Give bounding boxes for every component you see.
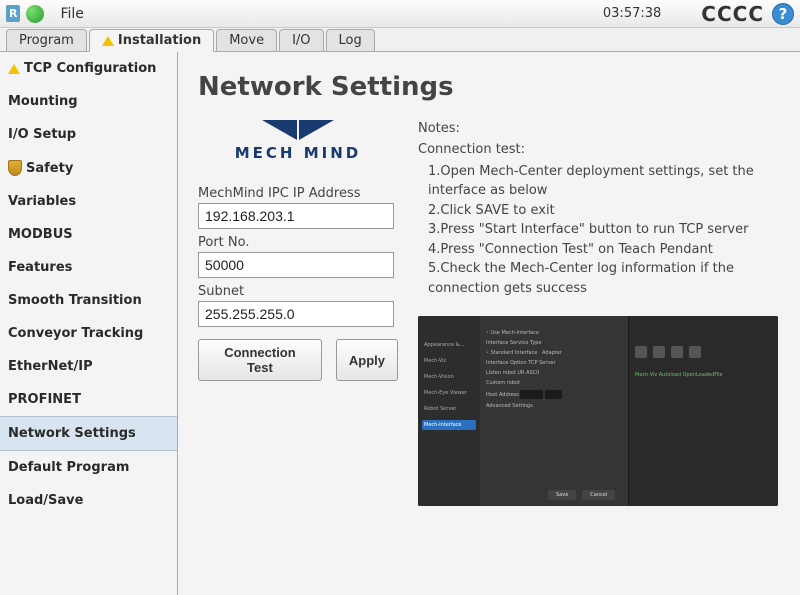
preview-text: Interface Service Type <box>486 340 622 346</box>
sidebar-item-io-setup[interactable]: I/O Setup <box>0 118 177 151</box>
status-badge: CCCC <box>701 2 764 26</box>
sidebar-item-label: PROFINET <box>8 392 81 407</box>
preview-cancel-button: Cancel <box>582 490 615 500</box>
note-step: 4.Press "Connection Test" on Teach Penda… <box>418 240 780 260</box>
preview-text: Use Mech-Interface <box>486 330 622 336</box>
subnet-label: Subnet <box>198 284 398 299</box>
sidebar-item-modbus[interactable]: MODBUS <box>0 218 177 251</box>
sidebar-item-features[interactable]: Features <box>0 251 177 284</box>
preview-text: Custom robot <box>486 380 622 386</box>
tab-io[interactable]: I/O <box>279 29 323 51</box>
preview-save-button: Save <box>548 490 576 500</box>
logo-shape-icon <box>262 120 297 140</box>
sidebar-item-label: I/O Setup <box>8 127 76 142</box>
tab-label: Installation <box>118 33 201 48</box>
tab-program[interactable]: Program <box>6 29 87 51</box>
preview-sb-item: Mech-Eye Viewer <box>422 388 476 398</box>
port-label: Port No. <box>198 235 398 250</box>
warning-icon <box>102 36 114 46</box>
sidebar-item-label: Default Program <box>8 460 129 475</box>
sidebar-item-label: Mounting <box>8 94 78 109</box>
shield-icon <box>8 160 22 176</box>
sidebar-item-default-program[interactable]: Default Program <box>0 451 177 484</box>
preview-sb-item: Mech-Viz <box>422 356 476 366</box>
sidebar-item-smooth-transition[interactable]: Smooth Transition <box>0 284 177 317</box>
file-menu[interactable]: File <box>54 4 89 24</box>
tab-bar: Program Installation Move I/O Log <box>0 28 800 52</box>
notes-subheading: Connection test: <box>418 141 780 160</box>
sidebar-item-load-save[interactable]: Load/Save <box>0 484 177 517</box>
sidebar-item-label: Features <box>8 260 72 275</box>
sidebar-item-tcp-configuration[interactable]: TCP Configuration <box>0 52 177 85</box>
preview-tool-icon <box>689 346 701 358</box>
main-area: TCP Configuration Mounting I/O Setup Saf… <box>0 52 800 595</box>
ur-logo-box: R <box>6 5 20 22</box>
sidebar-item-label: Safety <box>26 161 73 176</box>
sidebar-item-mounting[interactable]: Mounting <box>0 85 177 118</box>
tab-log[interactable]: Log <box>326 29 375 51</box>
port-input[interactable] <box>198 252 394 278</box>
sidebar-item-label: Conveyor Tracking <box>8 326 143 341</box>
tab-label: Move <box>229 33 264 48</box>
preview-sb-item: Mech-Interface <box>422 420 476 430</box>
preview-tool-icon <box>671 346 683 358</box>
sidebar-item-label: Smooth Transition <box>8 293 142 308</box>
logo-shape-icon <box>299 120 334 140</box>
help-icon[interactable]: ? <box>772 3 794 25</box>
warning-icon <box>8 64 20 74</box>
page-title: Network Settings <box>198 72 780 102</box>
tab-move[interactable]: Move <box>216 29 277 51</box>
preview-text: Interface Option TCP Server <box>486 360 622 366</box>
mechmind-logo: MECH MIND <box>198 120 398 162</box>
preview-text: Adapter <box>542 350 562 356</box>
sidebar-item-label: Variables <box>8 194 76 209</box>
connection-test-button[interactable]: Connection Test <box>198 339 322 381</box>
note-step: 1.Open Mech-Center deployment settings, … <box>418 162 780 201</box>
preview-sb-item: Appearance &... <box>422 340 476 350</box>
sidebar-item-profinet[interactable]: PROFINET <box>0 383 177 416</box>
note-step: 3.Press "Start Interface" button to run … <box>418 220 780 240</box>
sidebar-item-label: TCP Configuration <box>24 61 156 76</box>
form-column: MECH MIND MechMind IPC IP Address Port N… <box>198 120 398 506</box>
notes-heading: Notes: <box>418 120 780 139</box>
ur-logo: R <box>6 5 20 22</box>
ip-label: MechMind IPC IP Address <box>198 186 398 201</box>
header-bar: R File 03:57:38 CCCC ? <box>0 0 800 28</box>
preview-text: Host Address <box>486 392 519 398</box>
sidebar-item-ethernet-ip[interactable]: EtherNet/IP <box>0 350 177 383</box>
tab-label: I/O <box>292 33 310 48</box>
content-panel: Network Settings MECH MIND MechMind IPC … <box>178 52 800 595</box>
preview-log-text: Mech-Viz Autoload OpenLoadedFile <box>635 372 772 378</box>
sidebar-item-conveyor-tracking[interactable]: Conveyor Tracking <box>0 317 177 350</box>
sidebar-item-safety[interactable]: Safety <box>0 151 177 185</box>
tab-label: Log <box>339 33 362 48</box>
apply-button[interactable]: Apply <box>336 339 398 381</box>
notes-column: Notes: Connection test: 1.Open Mech-Cent… <box>418 120 780 506</box>
preview-sb-item: Mech-Vision <box>422 372 476 382</box>
sidebar-item-label: EtherNet/IP <box>8 359 93 374</box>
sidebar-item-label: Load/Save <box>8 493 83 508</box>
preview-sb-item: Robot Server <box>422 404 476 414</box>
note-step: 5.Check the Mech-Center log information … <box>418 259 780 298</box>
sidebar-item-label: MODBUS <box>8 227 73 242</box>
subnet-input[interactable] <box>198 301 394 327</box>
note-step: 2.Click SAVE to exit <box>418 201 780 221</box>
preview-tool-icon <box>653 346 665 358</box>
preview-tool-icon <box>635 346 647 358</box>
sidebar-item-network-settings[interactable]: Network Settings <box>0 416 177 451</box>
preview-text: Listen robot UR ASCII <box>486 370 539 376</box>
screenshot-preview: Appearance &... Mech-Viz Mech-Vision Mec… <box>418 316 778 506</box>
sidebar: TCP Configuration Mounting I/O Setup Saf… <box>0 52 178 595</box>
globe-icon[interactable] <box>26 5 44 23</box>
sidebar-item-variables[interactable]: Variables <box>0 185 177 218</box>
tab-installation[interactable]: Installation <box>89 29 214 52</box>
tab-label: Program <box>19 33 74 48</box>
sidebar-item-label: Network Settings <box>8 426 136 441</box>
preview-text: Advanced Settings <box>486 403 622 409</box>
ip-input[interactable] <box>198 203 394 229</box>
clock-display: 03:57:38 <box>603 6 661 21</box>
logo-text: MECH MIND <box>235 144 361 162</box>
preview-text: Standard Interface <box>491 350 538 356</box>
